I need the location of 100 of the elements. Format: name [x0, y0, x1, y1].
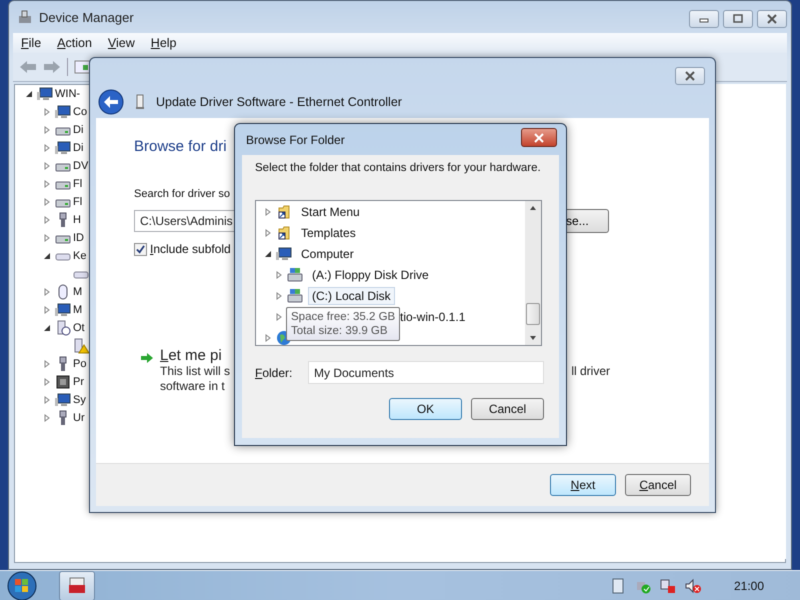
device-tree-item[interactable]: ID	[73, 232, 84, 244]
device-tree-item[interactable]: Ur	[73, 412, 85, 424]
close-button[interactable]	[675, 67, 705, 85]
collapsed-arrow-icon[interactable]	[264, 228, 272, 236]
menu-item[interactable]: Action	[57, 36, 92, 50]
collapsed-arrow-icon[interactable]	[43, 414, 51, 422]
option-description: This list will s software in t	[160, 364, 230, 394]
next-button[interactable]: Next	[550, 474, 616, 496]
collapsed-arrow-icon[interactable]	[43, 360, 51, 368]
collapsed-arrow-icon[interactable]	[43, 144, 51, 152]
cancel-button[interactable]: Cancel	[625, 474, 691, 496]
device-tree-item[interactable]: Pr	[73, 376, 84, 388]
device-tree-item[interactable]: Di	[73, 142, 84, 154]
collapsed-arrow-icon[interactable]	[43, 306, 51, 314]
collapsed-arrow-icon[interactable]	[275, 270, 283, 278]
collapsed-arrow-icon[interactable]	[43, 108, 51, 116]
ok-button[interactable]: OK	[389, 398, 462, 420]
device-tree-item[interactable]: Co	[73, 106, 88, 118]
device-tree-item[interactable]: DV	[73, 160, 88, 172]
document-icon[interactable]	[610, 578, 626, 594]
device-tree-item[interactable]: Fl	[73, 196, 82, 208]
taskbar-button[interactable]	[59, 571, 95, 600]
collapsed-arrow-icon[interactable]	[275, 292, 283, 300]
drive-icon	[287, 288, 303, 304]
folder-tree-item[interactable]: (C:) Local Disk	[308, 286, 395, 304]
monitor-icon	[37, 86, 53, 102]
expanded-arrow-icon[interactable]	[25, 90, 33, 98]
folder-tree-item[interactable]: (A:) Floppy Disk Drive	[308, 266, 433, 284]
collapsed-arrow-icon[interactable]	[43, 378, 51, 386]
cancel-button[interactable]: Cancel	[471, 398, 544, 420]
folder-shortcut-icon	[276, 224, 292, 240]
device-tree-item[interactable]: Ke	[73, 250, 86, 262]
dialog-title: Browse For Folder	[246, 132, 345, 146]
expanded-arrow-icon[interactable]	[43, 252, 51, 260]
device-tree-item[interactable]: M	[73, 286, 82, 298]
collapsed-arrow-icon[interactable]	[275, 312, 283, 320]
clock[interactable]: 21:00	[734, 579, 764, 593]
device-manager-icon	[17, 9, 33, 25]
collapsed-arrow-icon[interactable]	[43, 216, 51, 224]
expanded-arrow-icon[interactable]	[43, 324, 51, 332]
close-icon	[684, 71, 696, 81]
device-tree-item[interactable]: Po	[73, 358, 86, 370]
warning-icon	[73, 338, 89, 354]
collapsed-arrow-icon[interactable]	[43, 396, 51, 404]
back-button[interactable]	[98, 89, 124, 115]
menu-item[interactable]: Help	[150, 36, 177, 50]
folder-tree-item[interactable]: Start Menu	[297, 202, 364, 220]
monitor-icon	[55, 140, 71, 156]
close-button[interactable]	[521, 128, 557, 147]
monitor-icon	[276, 246, 292, 262]
collapsed-arrow-icon[interactable]	[264, 334, 272, 342]
speaker-muted-icon[interactable]	[684, 578, 701, 594]
start-button[interactable]	[7, 571, 37, 600]
menu-item[interactable]: View	[108, 36, 135, 50]
device-tree-item[interactable]: H	[73, 214, 81, 226]
maximize-button[interactable]	[723, 10, 753, 28]
scroll-thumb[interactable]	[526, 303, 540, 325]
collapsed-arrow-icon[interactable]	[43, 234, 51, 242]
forward-arrow-icon[interactable]	[43, 60, 61, 74]
window-title: Device Manager	[39, 10, 134, 24]
minimize-button[interactable]	[689, 10, 719, 28]
device-tree-item[interactable]: Fl	[73, 178, 82, 190]
collapsed-arrow-icon[interactable]	[43, 288, 51, 296]
device-tree-item[interactable]: WIN-	[55, 88, 80, 100]
folder-tree-item[interactable]: Computer	[297, 244, 358, 262]
checkbox[interactable]	[134, 242, 147, 256]
folder-field[interactable]: My Documents	[308, 361, 544, 384]
collapsed-arrow-icon[interactable]	[43, 180, 51, 188]
checkbox-label[interactable]: Include subfold	[150, 242, 231, 256]
device-tree-item[interactable]: Ot	[73, 322, 85, 334]
close-button[interactable]	[757, 10, 787, 28]
scroll-down-icon[interactable]	[529, 335, 537, 341]
option-description: ll driver	[571, 364, 610, 380]
maximize-icon	[732, 14, 744, 24]
close-icon	[533, 132, 545, 142]
folder-tree-item[interactable]: Templates	[297, 224, 360, 242]
tooltip: Space free: 35.2 GB Total size: 39.9 GB	[286, 307, 400, 341]
browse-button[interactable]: se...	[566, 209, 609, 233]
folder-shortcut-icon	[276, 204, 292, 220]
collapsed-arrow-icon[interactable]	[264, 208, 272, 216]
collapsed-arrow-icon[interactable]	[43, 126, 51, 134]
window-title: Update Driver Software - Ethernet Controller	[156, 95, 402, 109]
device-tree-item[interactable]: M	[73, 304, 82, 316]
monitor-icon	[55, 302, 71, 318]
scrollbar[interactable]	[525, 201, 541, 345]
menu-item[interactable]: File	[21, 36, 42, 50]
network-error-icon[interactable]	[660, 578, 676, 594]
expanded-arrow-icon[interactable]	[264, 250, 272, 258]
close-icon	[766, 14, 778, 24]
collapsed-arrow-icon[interactable]	[43, 198, 51, 206]
device-tree-item[interactable]: Di	[73, 124, 84, 136]
back-arrow-icon[interactable]	[19, 60, 37, 74]
monitor-icon	[55, 104, 71, 120]
arrow-icon	[140, 352, 154, 364]
panel-icon[interactable]	[74, 60, 92, 74]
collapsed-arrow-icon[interactable]	[43, 162, 51, 170]
search-label: Search for driver so	[134, 188, 230, 200]
monitor-icon	[55, 392, 71, 408]
device-tree-item[interactable]: Sy	[73, 394, 86, 406]
drive-icon	[287, 266, 303, 282]
